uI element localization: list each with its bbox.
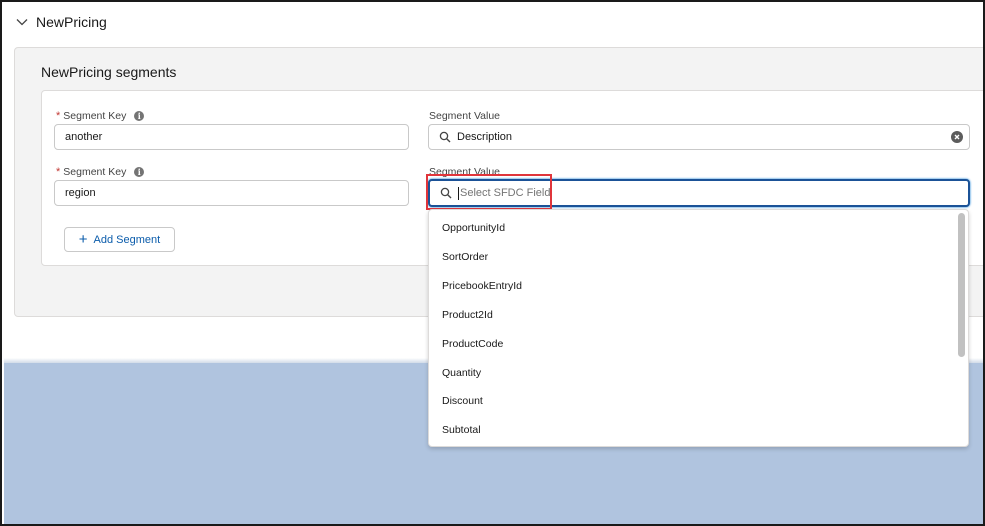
segment-value-input-1[interactable]: Description	[428, 124, 970, 150]
clear-icon[interactable]	[951, 131, 963, 143]
segment-key-input-2[interactable]: region	[54, 180, 409, 206]
segment-value-label-1: Segment Value	[429, 110, 500, 122]
segment-value-label-2: Segment Value	[429, 166, 500, 178]
card-title: NewPricing segments	[41, 64, 177, 80]
segment-key-label-text: Segment Key	[63, 110, 127, 122]
chevron-down-icon	[16, 19, 28, 26]
info-icon[interactable]: i	[134, 111, 145, 121]
required-marker: *	[56, 166, 61, 178]
dropdown-option-pricebookentryid[interactable]: PricebookEntryId	[442, 280, 522, 292]
field-dropdown: OpportunityId SortOrder PricebookEntryId…	[428, 209, 969, 447]
dropdown-option-quantity[interactable]: Quantity	[442, 367, 481, 379]
segment-key-value: another	[65, 131, 103, 143]
required-marker: *	[56, 110, 61, 122]
segment-value-label-text: Segment Value	[429, 110, 501, 122]
segment-value-placeholder: Select SFDC Field	[460, 187, 551, 199]
add-segment-label: Add Segment	[93, 233, 161, 246]
dropdown-option-productcode[interactable]: ProductCode	[442, 338, 503, 350]
segment-value-input-2[interactable]: Select SFDC Field	[428, 179, 970, 207]
segment-key-input-1[interactable]: another	[54, 124, 409, 150]
dropdown-option-subtotal[interactable]: Subtotal	[442, 424, 481, 436]
segment-value-text: Description	[457, 131, 513, 143]
segment-key-label-2: * Segment Key i	[56, 166, 145, 178]
dropdown-option-opportunityid[interactable]: OpportunityId	[442, 222, 505, 234]
search-icon	[440, 187, 452, 199]
segment-key-label-text: Segment Key	[63, 166, 127, 178]
segment-key-value: region	[65, 187, 96, 199]
segment-key-label-1: * Segment Key i	[56, 110, 145, 122]
dropdown-option-product2id[interactable]: Product2Id	[442, 309, 493, 321]
dropdown-option-discount[interactable]: Discount	[442, 395, 483, 407]
text-cursor	[458, 186, 459, 200]
app-frame: NewPricing NewPricing segments * Segment…	[0, 0, 985, 526]
search-icon	[439, 131, 451, 143]
section-toggle[interactable]: NewPricing	[16, 12, 107, 32]
segment-value-label-text: Segment Value	[429, 166, 501, 178]
info-icon[interactable]: i	[134, 167, 145, 177]
dropdown-scrollbar[interactable]	[958, 213, 965, 357]
add-segment-button[interactable]: + Add Segment	[64, 227, 175, 252]
dropdown-option-sortorder[interactable]: SortOrder	[442, 251, 488, 263]
section-title: NewPricing	[36, 14, 107, 30]
plus-icon: +	[78, 230, 88, 248]
